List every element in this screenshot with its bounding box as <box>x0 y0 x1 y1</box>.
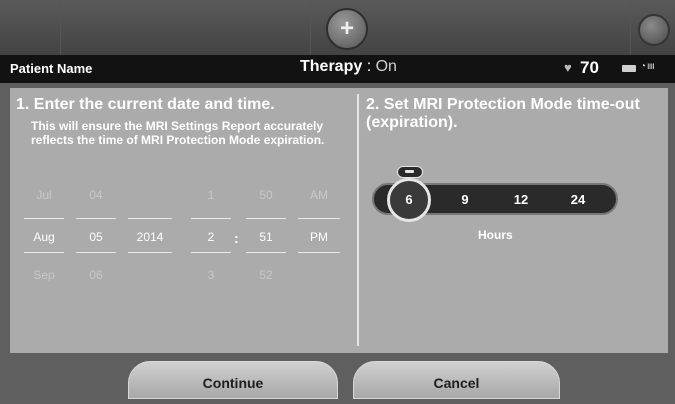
month-selection-line <box>24 252 64 253</box>
month-current[interactable]: Aug <box>24 230 64 244</box>
main-panel: 1. Enter the current date and time. This… <box>10 88 668 353</box>
ampm-current[interactable]: PM <box>298 230 340 244</box>
date-time-instructions: This will ensure the MRI Settings Report… <box>31 119 325 147</box>
day-prev[interactable]: 04 <box>76 188 116 202</box>
drag-handle-icon[interactable] <box>397 166 423 178</box>
timeout-option-24[interactable]: 24 <box>563 192 593 207</box>
continue-button[interactable]: Continue <box>128 361 338 399</box>
ampm-selection-line <box>298 218 340 219</box>
patient-name-label: Patient Name <box>10 61 93 76</box>
hour-prev[interactable]: 1 <box>191 188 231 202</box>
plus-circle-icon[interactable]: + <box>326 8 368 50</box>
hour-selection-line <box>191 218 231 219</box>
minute-prev[interactable]: 50 <box>246 188 286 202</box>
hour-current[interactable]: 2 <box>191 230 231 244</box>
minute-next[interactable]: 52 <box>246 268 286 282</box>
year-selection-line <box>128 218 172 219</box>
therapy-label: Therapy <box>300 58 363 75</box>
timeout-option-9[interactable]: 9 <box>450 192 480 207</box>
status-bar: Patient Name Therapy : On ♥ 70 ◔ ıııı <box>0 55 675 83</box>
day-selection-line <box>76 218 116 219</box>
date-time-heading: 1. Enter the current date and time. <box>16 96 275 113</box>
top-bar-segment <box>380 0 631 55</box>
hours-label: Hours <box>478 228 513 242</box>
day-next[interactable]: 06 <box>76 268 116 282</box>
day-current[interactable]: 05 <box>76 230 116 244</box>
day-selection-line <box>76 252 116 253</box>
year-selection-line <box>128 252 172 253</box>
therapy-separator: : <box>362 58 376 75</box>
top-bar-segment <box>60 0 311 55</box>
cancel-button[interactable]: Cancel <box>353 361 560 399</box>
heart-icon: ♥ <box>564 60 572 75</box>
minute-selection-line <box>246 252 286 253</box>
ampm-prev[interactable]: AM <box>298 188 340 202</box>
hour-selection-line <box>191 252 231 253</box>
timeout-heading: 2. Set MRI Protection Mode time-out (exp… <box>366 96 640 131</box>
device-icon[interactable] <box>638 14 670 46</box>
ampm-selection-line <box>298 252 340 253</box>
year-current[interactable]: 2014 <box>128 230 172 244</box>
month-selection-line <box>24 218 64 219</box>
month-prev[interactable]: Jul <box>24 188 64 202</box>
top-bar: + <box>0 0 675 55</box>
therapy-status: Therapy : On <box>300 58 397 76</box>
top-bar-segment <box>0 0 61 55</box>
panel-divider <box>357 94 359 346</box>
hour-next[interactable]: 3 <box>191 268 231 282</box>
heart-rate-value: 70 <box>580 58 599 77</box>
month-next[interactable]: Sep <box>24 268 64 282</box>
timeout-option-12[interactable]: 12 <box>506 192 536 207</box>
minute-selection-line <box>246 218 286 219</box>
signal-icon: ◔ ıııı <box>640 61 655 72</box>
therapy-value: On <box>375 58 397 75</box>
time-colon: : <box>234 230 239 246</box>
timeout-option-6[interactable]: 6 <box>394 192 424 207</box>
battery-icon <box>622 65 636 72</box>
minute-current[interactable]: 51 <box>246 230 286 244</box>
